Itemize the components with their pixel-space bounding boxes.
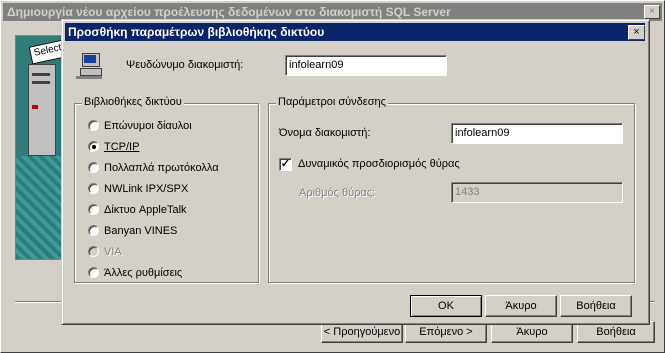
radio-dot-selected <box>88 141 99 152</box>
radio-dot <box>88 120 99 131</box>
alias-input[interactable]: infolearn09 <box>285 55 447 76</box>
radio-dot <box>88 162 99 173</box>
port-input: 1433 <box>451 182 623 203</box>
radio-dot <box>88 225 99 236</box>
radio-label: Δίκτυο AppleTalk <box>104 204 187 216</box>
radio-dot <box>88 183 99 194</box>
radio-label: VIA <box>104 246 122 258</box>
computer-icon <box>76 53 102 79</box>
library-options: Επώνυμοι δίαυλοι TCP/IP Πολλαπλά πρωτόκο… <box>74 118 257 288</box>
radio-dot <box>88 204 99 215</box>
cancel-button[interactable]: Άκυρο <box>485 295 557 317</box>
server-tower-icon <box>28 64 56 156</box>
radio-dot <box>88 267 99 278</box>
radio-label: NWLink IPX/SPX <box>104 183 189 195</box>
alias-label: Ψευδώνυμο διακομιστή: <box>126 59 244 71</box>
help-button[interactable]: Βοήθεια <box>560 295 632 317</box>
dynamic-port-label: Δυναμικός προσδιορισμός θύρας <box>298 158 460 170</box>
network-libraries-label: Βιβλιοθήκες δικτύου <box>82 96 184 108</box>
radio-label: Banyan VINES <box>104 225 178 237</box>
dynamic-port-checkbox[interactable]: ✓ <box>279 158 292 171</box>
dialog-title: Προσθήκη παραμέτρων βιβλιοθήκης δικτύου <box>65 23 645 41</box>
network-library-dialog: Προσθήκη παραμέτρων βιβλιοθήκης δικτύου … <box>61 19 650 325</box>
radio-label: Πολλαπλά πρωτόκολλα <box>104 162 219 174</box>
connection-parameters-label: Παράμετροι σύνδεσης <box>276 96 388 108</box>
outer-close-button[interactable]: × <box>644 5 660 19</box>
radio-dot <box>88 246 99 257</box>
radio-label: Επώνυμοι δίαυλοι <box>104 120 192 132</box>
ok-button[interactable]: OK <box>410 295 482 317</box>
close-button[interactable]: × <box>628 25 645 40</box>
wizard-illustration: Select <box>15 35 63 260</box>
radio-label: Άλλες ρυθμίσεις <box>104 267 183 279</box>
port-label: Αριθμός θύρας: <box>299 187 376 199</box>
select-sign-icon: Select <box>28 37 62 65</box>
radio-label: TCP/IP <box>104 141 140 153</box>
server-name-input[interactable]: infolearn09 <box>451 123 623 144</box>
server-name-label: Όνομα διακομιστή: <box>279 127 371 139</box>
